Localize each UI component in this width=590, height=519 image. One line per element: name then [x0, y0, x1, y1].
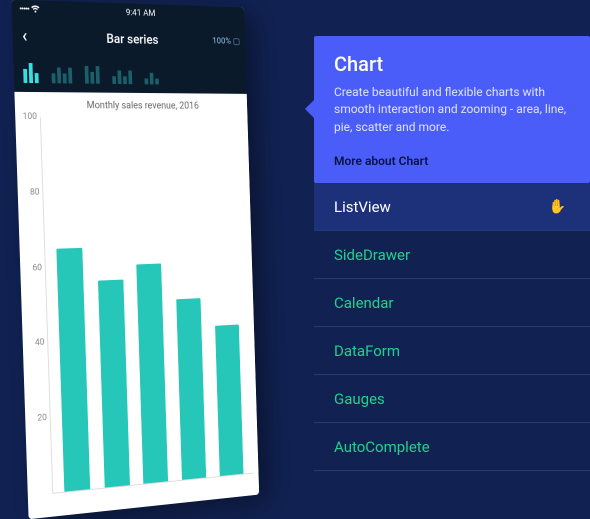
- chart-bar: [137, 263, 169, 484]
- chart-bar: [98, 279, 130, 487]
- card-description: Create beautiful and flexible charts wit…: [334, 84, 570, 136]
- chart-bar: [176, 298, 206, 480]
- component-item-label: ListView: [334, 198, 391, 216]
- signal-indicator: [19, 4, 40, 16]
- chart-bar: [56, 248, 90, 492]
- chart-bars: [41, 117, 254, 493]
- y-tick: 60: [21, 263, 42, 274]
- component-item-sidedrawer[interactable]: SideDrawer: [314, 231, 590, 279]
- component-panel: Chart Create beautiful and flexible char…: [314, 36, 590, 471]
- card-title: Chart: [334, 52, 570, 76]
- component-item-calendar[interactable]: Calendar: [314, 279, 590, 327]
- y-tick: 80: [19, 187, 40, 197]
- component-item-label: SideDrawer: [334, 246, 410, 264]
- chart-plot: 10080604020: [40, 117, 254, 494]
- more-about-chart-link[interactable]: More about Chart: [334, 154, 428, 168]
- tab-stacked-icon[interactable]: [85, 64, 100, 84]
- component-item-gauges[interactable]: Gauges: [314, 375, 590, 423]
- component-item-listview[interactable]: ListView ✋: [314, 183, 590, 231]
- tab-line-icon[interactable]: [144, 65, 159, 85]
- tab-grouped-icon[interactable]: [51, 63, 72, 83]
- component-item-label: Gauges: [334, 390, 385, 408]
- y-tick: 20: [26, 413, 47, 425]
- component-item-label: AutoComplete: [334, 438, 430, 456]
- phone-screen: 9:41 AM ‹ Bar series 100% ▢: [11, 0, 259, 519]
- chart-area: Monthly sales revenue, 2016 10080604020: [14, 92, 259, 519]
- y-tick: 100: [16, 112, 37, 122]
- tab-bar-icon[interactable]: [23, 63, 39, 83]
- battery-indicator: [236, 12, 238, 21]
- chart-card: Chart Create beautiful and flexible char…: [314, 36, 590, 183]
- nav-title: Bar series: [106, 32, 159, 48]
- chart-bar: [215, 324, 243, 476]
- component-item-autocomplete[interactable]: AutoComplete: [314, 423, 590, 471]
- chart-type-tabs: [13, 54, 247, 94]
- phone-mockup: 9:41 AM ‹ Bar series 100% ▢: [11, 0, 259, 519]
- tab-range-icon[interactable]: [112, 64, 132, 84]
- status-time: 9:41 AM: [126, 8, 156, 19]
- battery-text: 100% ▢: [212, 37, 240, 47]
- y-tick: 40: [24, 338, 45, 349]
- component-item-label: DataForm: [334, 342, 400, 360]
- nav-bar: ‹ Bar series 100% ▢: [12, 20, 246, 59]
- wifi-icon: [31, 5, 41, 16]
- chart-title: Monthly sales revenue, 2016: [39, 100, 242, 112]
- cursor-icon: ✋: [549, 199, 566, 215]
- component-list: ListView ✋ SideDrawer Calendar DataForm Gauge…: [314, 183, 590, 471]
- component-item-dataform[interactable]: DataForm: [314, 327, 590, 375]
- component-item-label: Calendar: [334, 294, 394, 312]
- back-icon[interactable]: ‹: [22, 28, 28, 46]
